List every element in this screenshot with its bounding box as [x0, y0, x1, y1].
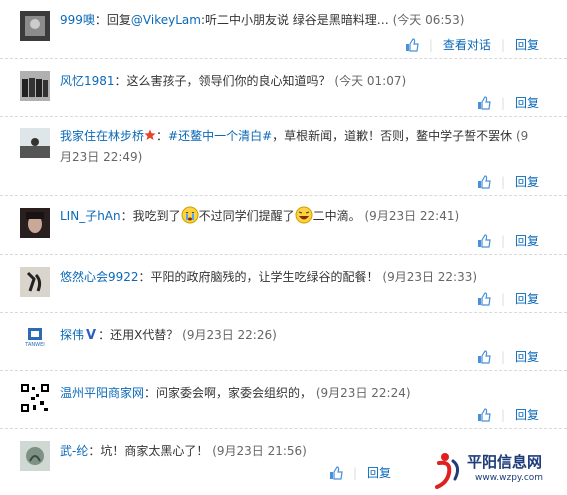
comment-time: (9月23日 22:24)	[315, 386, 411, 400]
like-icon[interactable]	[477, 349, 491, 364]
avatar[interactable]	[20, 11, 50, 41]
reply-link[interactable]: 回复	[515, 232, 539, 249]
reply-link[interactable]: 回复	[515, 348, 539, 365]
comment-item: 温州平阳商家网：问家委会啊，家委会组织的， (9月23日 22:24) | 回复	[0, 371, 567, 429]
avatar[interactable]	[20, 128, 50, 158]
comment-time: (9月23日 22:33)	[382, 270, 478, 284]
like-icon[interactable]	[477, 291, 491, 306]
comment-text: ，草根新闻，道歉！否则，鳌中学子誓不罢休	[272, 129, 513, 143]
comment-text-prefix: ：回复	[94, 13, 131, 27]
comment-time: (今天 06:53)	[392, 13, 465, 27]
comment-username[interactable]: 悠然心会9922	[60, 270, 139, 284]
comment-username[interactable]: 我家住在林步桥	[60, 129, 144, 143]
reply-link[interactable]: 回复	[367, 464, 391, 481]
comment-username[interactable]: 风忆1981	[60, 74, 115, 88]
mention-link[interactable]: @VikeyLam	[131, 13, 201, 27]
avatar[interactable]: TANWEI	[20, 325, 50, 355]
comment-item: 我家住在林步桥 ：#还鳌中一个清白#，草根新闻，道歉！否则，鳌中学子誓不罢休 (9…	[0, 117, 567, 196]
comment-text: 二中滴。	[312, 209, 361, 223]
comment-list: 999噢：回复@VikeyLam:听二中小朋友说 绿谷是黑暗料理… (今天 06…	[0, 0, 567, 495]
reply-link[interactable]: 回复	[515, 36, 539, 53]
comment-item: 悠然心会9922：平阳的政府脑残的，让学生吃绿谷的配餐！ (9月23日 22:3…	[0, 255, 567, 313]
avatar[interactable]	[20, 267, 50, 297]
star-badge-icon	[144, 129, 156, 140]
verified-badge-icon: V	[86, 328, 97, 343]
comment-username[interactable]: 温州平阳商家网	[60, 386, 144, 400]
comment-time: (今天 01:07)	[334, 74, 407, 88]
avatar-label: TANWEI	[25, 342, 45, 348]
comment-item: TANWEI 探伟 V ：还用X代替？ (9月23日 22:26) | 回复	[0, 313, 567, 371]
comment-time: (9月23日 21:56)	[212, 444, 307, 458]
site-watermark: 平阳信息网 www.wzpy.com	[431, 449, 561, 491]
comment-time: (9月23日 22:41)	[364, 209, 460, 223]
comment-text: ：问家委会啊，家委会组织的，	[144, 386, 313, 400]
like-icon[interactable]	[477, 174, 491, 189]
comment-username[interactable]: LIN_子hAn	[60, 209, 121, 223]
comment-username[interactable]: 探伟	[60, 328, 84, 342]
comment-item: 风忆1981：这么害孩子，领导们你的良心知道吗？ (今天 01:07) | 回复	[0, 59, 567, 117]
comment-item: 999噢：回复@VikeyLam:听二中小朋友说 绿谷是黑暗料理… (今天 06…	[0, 0, 567, 59]
comment-time: (9月23日 22:26)	[182, 328, 277, 342]
comment-username[interactable]: 武-纶	[60, 444, 88, 458]
like-icon[interactable]	[329, 465, 343, 480]
view-conversation-link[interactable]: 查看对话	[443, 36, 491, 53]
comment-text: ：还用X代替？	[98, 328, 179, 342]
like-icon[interactable]	[477, 407, 491, 422]
topic-link[interactable]: #还鳌中一个清白#	[168, 129, 272, 143]
reply-link[interactable]: 回复	[515, 94, 539, 111]
site-logo-icon	[435, 453, 460, 489]
avatar[interactable]	[20, 208, 50, 238]
watermark-title: 平阳信息网	[467, 453, 543, 471]
reply-link[interactable]: 回复	[515, 406, 539, 423]
reply-link[interactable]: 回复	[515, 290, 539, 307]
avatar[interactable]	[20, 71, 50, 101]
comment-text: ：我吃到了	[120, 209, 181, 223]
avatar[interactable]	[20, 383, 50, 413]
laughing-emoji-icon	[295, 206, 313, 224]
avatar[interactable]	[20, 441, 50, 471]
like-icon[interactable]	[477, 233, 491, 248]
comment-username[interactable]: 999噢	[60, 13, 95, 27]
like-icon[interactable]	[405, 37, 419, 52]
crying-emoji-icon	[181, 206, 199, 224]
comment-item: LIN_子hAn：我吃到了 不过同学们提醒了 二中滴。 (9月23日 22:41) …	[0, 196, 567, 255]
comment-text: ：坑！商家太黑心了！	[88, 444, 209, 458]
comment-text: :听二中小朋友说 绿谷是黑暗料理…	[200, 13, 389, 27]
comment-text: ：这么害孩子，领导们你的良心知道吗？	[114, 74, 331, 88]
like-icon[interactable]	[477, 95, 491, 110]
comment-text: 不过同学们提醒了	[198, 209, 295, 223]
watermark-url: www.wzpy.com	[475, 473, 544, 483]
reply-link[interactable]: 回复	[515, 173, 539, 190]
comment-text: ：平阳的政府脑残的，让学生吃绿谷的配餐！	[138, 270, 379, 284]
